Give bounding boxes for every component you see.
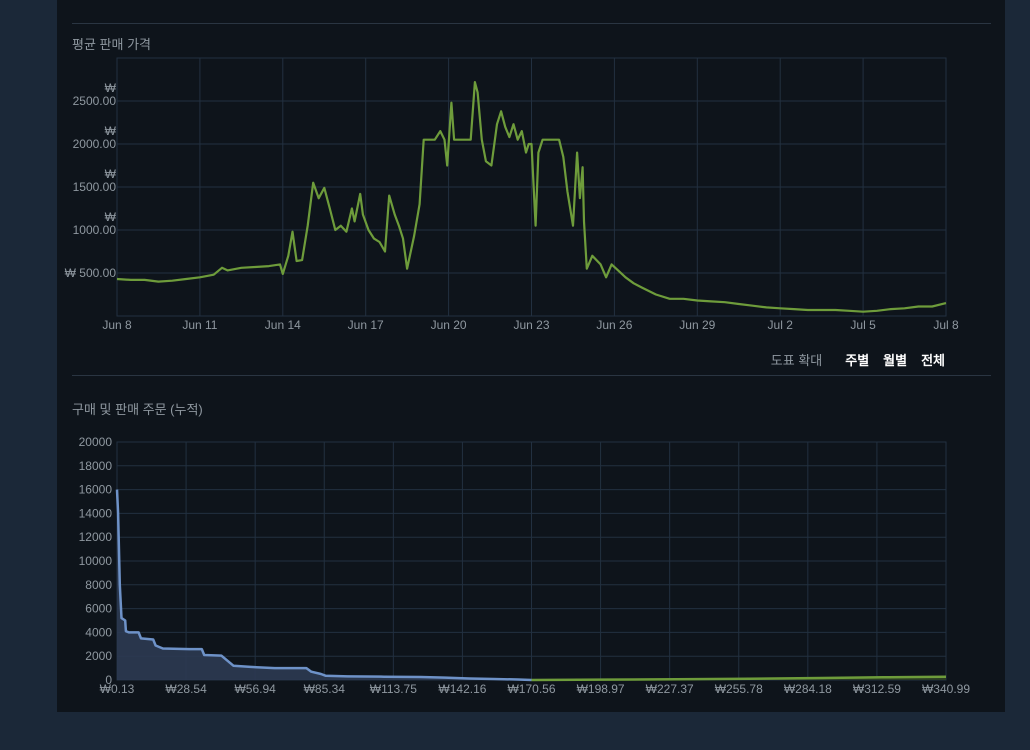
orders-y-tick-label: 14000: [79, 506, 113, 520]
orders-y-tick-label: 0: [105, 673, 112, 687]
orders-y-tick-label: 18000: [79, 459, 113, 473]
orders-y-tick-label: 12000: [79, 530, 113, 544]
orders-x-tick-label: ₩56.94: [234, 682, 276, 696]
orders-x-tick-label: ₩312.59: [853, 682, 901, 696]
orders-y-tick-label: 8000: [85, 578, 112, 592]
orders-x-tick-label: ₩255.78: [715, 682, 763, 696]
orders-x-tick-label: ₩340.99: [922, 682, 970, 696]
orders-x-tick-label: ₩142.16: [438, 682, 486, 696]
orders-x-tick-label: ₩85.34: [304, 682, 346, 696]
orders-x-tick-label: ₩227.37: [646, 682, 694, 696]
orders-y-tick-label: 20000: [79, 435, 113, 449]
orders-x-tick-label: ₩113.75: [370, 682, 417, 696]
orders-x-tick-label: ₩28.54: [165, 682, 207, 696]
orders-x-tick-label: ₩170.56: [507, 682, 555, 696]
orders-y-tick-label: 6000: [85, 602, 112, 616]
orders-y-tick-label: 10000: [79, 554, 113, 568]
orders-y-tick-label: 16000: [79, 483, 113, 497]
orders-y-tick-label: 2000: [85, 649, 112, 663]
order-depth-chart[interactable]: ₩0.13 ₩28.54 ₩56.94 ₩85.34 ₩113.75 ₩142.16 ₩17…: [0, 0, 1030, 750]
orders-x-tick-label: ₩284.18: [784, 682, 832, 696]
orders-x-tick-label: ₩198.97: [577, 682, 625, 696]
orders-y-tick-label: 4000: [85, 625, 112, 639]
